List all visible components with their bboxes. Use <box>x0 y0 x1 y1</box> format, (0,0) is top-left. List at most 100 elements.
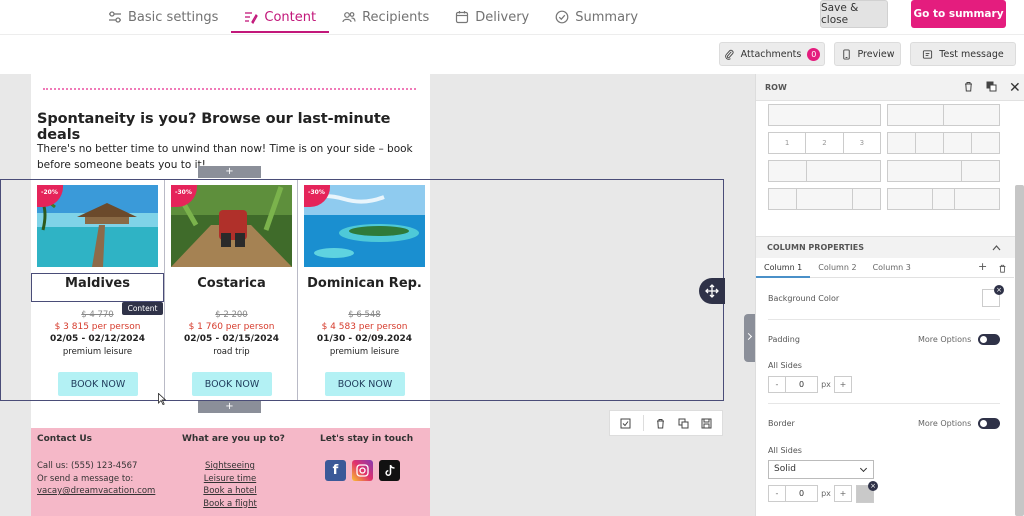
move-row-handle[interactable] <box>699 278 725 304</box>
email-headline[interactable]: Spontaneity is you? Browse our last-minu… <box>37 111 430 143</box>
step-label: Delivery <box>475 9 530 25</box>
step-content[interactable]: Content <box>231 0 329 34</box>
step-recipients[interactable]: Recipients <box>329 0 442 34</box>
add-column-icon[interactable]: + <box>978 260 987 273</box>
link-leisure-time[interactable]: Leisure time <box>191 473 269 486</box>
dotted-divider <box>43 88 416 90</box>
tab-column-2[interactable]: Column 2 <box>810 258 864 277</box>
paperclip-icon <box>724 49 734 60</box>
layout-2-columns[interactable] <box>887 104 1000 126</box>
link-book-hotel[interactable]: Book a hotel <box>191 485 269 498</box>
instagram-icon[interactable] <box>352 460 373 481</box>
step-delivery[interactable]: Delivery <box>442 0 542 34</box>
collapse-panel-handle[interactable] <box>744 314 755 362</box>
go-to-summary-button[interactable]: Go to summary <box>911 0 1006 28</box>
duplicate-icon[interactable] <box>986 81 997 92</box>
book-now-button[interactable]: BOOK NOW <box>325 372 405 396</box>
dominican-photo: -30% <box>304 185 425 267</box>
add-row-above-button[interactable]: + <box>198 166 261 178</box>
message-icon <box>923 49 933 59</box>
border-style-select[interactable]: Solid <box>768 460 874 479</box>
border-increment-button[interactable]: + <box>834 485 852 502</box>
deal-name: Dominican Rep. <box>307 276 422 291</box>
facebook-icon[interactable]: f <box>325 460 346 481</box>
properties-panel: ROW 1 2 3 COLUMN PROPERTIES Column 1 Col… <box>755 74 1024 516</box>
chevron-up-icon[interactable] <box>992 244 1001 251</box>
move-icon <box>705 284 719 298</box>
select-icon[interactable] <box>620 418 631 429</box>
step-basic-settings[interactable]: Basic settings <box>95 0 231 34</box>
column-properties-header[interactable]: COLUMN PROPERTIES <box>756 236 1024 258</box>
test-message-label: Test message <box>939 48 1004 60</box>
layout-4-columns[interactable] <box>887 132 1000 154</box>
deal-price: $ 3 815 per person <box>54 322 141 332</box>
layout-col-label: 3 <box>859 139 865 147</box>
contact-phone: Call us: (555) 123-4567 <box>37 461 138 471</box>
save-close-button[interactable]: Save & close <box>820 0 888 28</box>
padding-increment-button[interactable]: + <box>834 376 852 393</box>
test-message-button[interactable]: Test message <box>910 42 1016 66</box>
tiktok-icon[interactable] <box>379 460 400 481</box>
layout-1-column[interactable] <box>768 104 881 126</box>
layout-2-1-2-columns[interactable] <box>887 188 1000 210</box>
deal-kind: premium leisure <box>329 347 400 357</box>
padding-all-sides-label: All Sides <box>768 361 802 370</box>
email-footer[interactable]: Contact Us Call us: (555) 123-4567 Or se… <box>31 428 430 516</box>
border-all-sides-label: All Sides <box>768 446 802 455</box>
border-color-swatch[interactable]: × <box>856 481 878 503</box>
step-label: Summary <box>575 9 639 25</box>
costarica-photo: -30% <box>171 185 292 267</box>
deal-dates: 01/30 - 02/09.2024 <box>316 334 413 344</box>
trash-icon[interactable] <box>963 81 974 92</box>
contact-email-link[interactable]: vacay@dreamvacation.com <box>37 485 155 498</box>
padding-more-options-toggle[interactable] <box>978 334 1000 345</box>
column-tabs: Column 1 Column 2 Column 3 <box>756 258 1014 278</box>
layout-col-label: 2 <box>806 133 844 153</box>
interests-links: Sightseeing Leisure time Book a hotel Bo… <box>191 460 269 510</box>
step-summary[interactable]: Summary <box>542 0 651 34</box>
clear-color-icon[interactable]: × <box>994 285 1004 295</box>
link-sightseeing[interactable]: Sightseeing <box>191 460 269 473</box>
attachments-button[interactable]: Attachments 0 <box>719 42 825 66</box>
duplicate-icon[interactable] <box>678 418 689 429</box>
calendar-icon <box>456 11 469 24</box>
contact-title: Contact Us <box>37 434 93 444</box>
tab-column-1[interactable]: Column 1 <box>756 258 811 278</box>
link-book-flight[interactable]: Book a flight <box>191 498 269 511</box>
phone-icon <box>842 48 850 60</box>
row-title: ROW <box>765 83 787 92</box>
wizard-steps: Basic settings Content Recipients Delive… <box>95 0 651 34</box>
deal-price: $ 4 583 per person <box>321 322 408 332</box>
deal-column-costarica[interactable]: -30% Costarica $ 2 200 $ 1 760 per perso… <box>164 180 297 400</box>
border-more-options-toggle[interactable] <box>978 418 1000 429</box>
deal-column-dominican[interactable]: -30% Dominican Rep. $ 6 548 $ 4 583 per … <box>297 180 430 400</box>
selected-deals-row[interactable]: -20% Maldives $ 4 770 $ 3 815 per person… <box>0 179 724 405</box>
trash-icon[interactable] <box>655 418 666 429</box>
preview-button[interactable]: Preview <box>834 42 901 66</box>
deal-column-maldives[interactable]: -20% Maldives $ 4 770 $ 3 815 per person… <box>31 180 164 400</box>
close-panel-icon[interactable]: ✕ <box>1009 80 1021 96</box>
book-now-button[interactable]: BOOK NOW <box>192 372 272 396</box>
book-now-button[interactable]: BOOK NOW <box>58 372 138 396</box>
tab-column-3[interactable]: Column 3 <box>865 258 919 277</box>
layout-col-label: 1 <box>769 133 807 153</box>
border-decrement-button[interactable]: - <box>768 485 786 502</box>
contact-message: Or send a message to: <box>37 473 134 484</box>
padding-value-input[interactable]: 0 <box>785 376 818 393</box>
border-value-input[interactable]: 0 <box>785 485 818 502</box>
add-row-below-button[interactable]: + <box>198 401 261 413</box>
deal-dates: 02/05 - 02/12/2024 <box>49 334 145 344</box>
trash-icon[interactable] <box>998 264 1007 273</box>
padding-decrement-button[interactable]: - <box>768 376 786 393</box>
layout-2-1-columns[interactable] <box>887 160 1000 182</box>
save-block-icon[interactable] <box>701 418 712 429</box>
layout-3-columns[interactable]: 1 2 3 <box>768 132 881 154</box>
background-color-swatch[interactable]: × <box>982 285 1004 307</box>
panel-scrollbar[interactable] <box>1015 185 1024 516</box>
deal-kind: premium leisure <box>62 347 133 357</box>
clear-color-icon[interactable]: × <box>868 481 878 491</box>
padding-label: Padding <box>768 335 800 344</box>
layout-1-2-columns[interactable] <box>768 160 881 182</box>
social-title: Let's stay in touch <box>320 434 414 444</box>
layout-1-2-1-columns[interactable] <box>768 188 881 210</box>
